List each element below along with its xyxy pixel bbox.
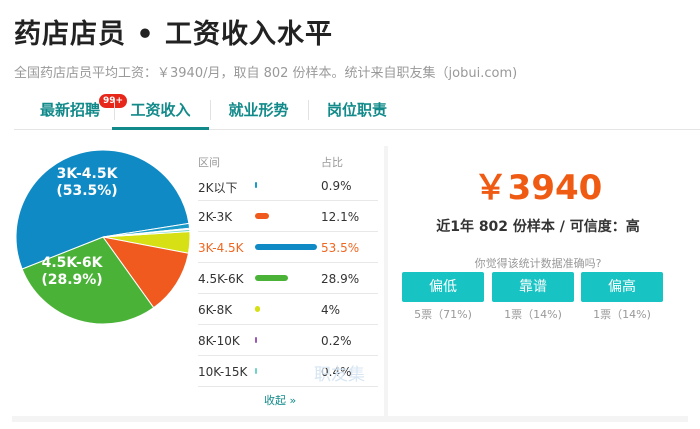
tab-latest-jobs-label: 最新招聘 — [39, 101, 100, 119]
distribution-row: 2K-3K 12.1% — [198, 201, 378, 232]
vote-high-button[interactable]: 偏高 — [581, 272, 663, 302]
share-value: 53.5% — [321, 241, 360, 255]
vote-low-count: 5票（71%) — [414, 308, 472, 321]
share-bar — [255, 275, 289, 281]
page-subtitle: 全国药店店员平均工资：￥3940/月，取自 802 份样本。统计来自职友集（jo… — [14, 66, 518, 81]
range-label: 2K-3K — [198, 210, 233, 224]
share-bar — [255, 306, 260, 312]
distribution-card: 3K-4.5K (53.5%) 4.5K-6K (28.9%) 区间 占比 2K以下 0… — [12, 146, 384, 416]
distribution-row: 4.5K-6K 28.9% — [198, 263, 378, 294]
vote-accurate-count: 1票（14%) — [504, 308, 562, 321]
share-bar — [255, 182, 257, 188]
tab-latest-jobs[interactable]: 最新招聘 99+ — [26, 92, 128, 128]
tab-employment[interactable]: 就业形势 — [210, 92, 307, 128]
vote-accurate-button[interactable]: 靠谱 — [492, 272, 574, 302]
tab-employment-label: 就业形势 — [228, 101, 289, 119]
pie-label: 4.5K-6K — [42, 255, 104, 271]
share-bar — [255, 244, 317, 250]
summary-card: ￥3940 近1年 802 份样本 / 可信度：高 你觉得该统计数据准确吗? 偏… — [388, 146, 688, 416]
tab-duties-label: 岗位职责 — [326, 101, 387, 119]
tab-bar: 最新招聘 99+ 工资收入 就业形势 岗位职责 — [14, 92, 700, 130]
watermark-text: 职友集 — [314, 365, 365, 385]
average-salary: ￥3940 — [473, 168, 603, 208]
range-column-header: 区间 — [198, 156, 220, 169]
range-label: 8K-10K — [198, 334, 240, 348]
vote-high-count: 1票（14%) — [593, 308, 651, 321]
distribution-row: 3K-4.5K 53.5% — [198, 232, 378, 263]
vote-low-button[interactable]: 偏低 — [402, 272, 484, 302]
distribution-row: 6K-8K 4% — [198, 294, 378, 325]
collapse-link[interactable]: 收起 » — [264, 392, 296, 408]
accuracy-question: 你觉得该统计数据准确吗? — [474, 257, 602, 270]
range-label: 4.5K-6K — [198, 272, 244, 286]
share-value: 0.2% — [321, 334, 352, 348]
pie-label: (28.9%) — [41, 272, 102, 288]
pie-label: (53.5%) — [56, 183, 117, 199]
share-value: 28.9% — [321, 272, 360, 286]
distribution-row: 8K-10K 0.2% — [198, 325, 378, 356]
range-label: 10K-15K — [198, 365, 248, 379]
tab-salary[interactable]: 工资收入 — [112, 92, 209, 130]
share-value: 0.9% — [321, 179, 352, 193]
page-title: 药店店员 • 工资收入水平 — [14, 19, 334, 50]
share-bar — [255, 368, 257, 374]
range-label: 6K-8K — [198, 303, 233, 317]
share-value: 12.1% — [321, 210, 360, 224]
distribution-row: 2K以下 0.9% — [198, 170, 378, 201]
salary-panel: 3K-4.5K (53.5%) 4.5K-6K (28.9%) 区间 占比 2K以下 0… — [12, 146, 688, 422]
salary-pie-chart: 3K-4.5K(53.5%) 4.5K-6K(28.9%) — [15, 149, 191, 325]
tab-duties[interactable]: 岗位职责 — [308, 92, 406, 128]
share-column-header: 占比 — [321, 156, 343, 169]
range-label: 3K-4.5K — [198, 241, 244, 255]
pie-label: 3K-4.5K — [57, 166, 119, 182]
range-label: 2K以下 — [198, 181, 238, 195]
sample-info: 近1年 802 份样本 / 可信度：高 — [436, 219, 640, 235]
share-bar — [255, 213, 270, 219]
tab-salary-label: 工资收入 — [130, 101, 191, 119]
share-bar — [255, 337, 257, 343]
share-value: 4% — [321, 303, 341, 317]
